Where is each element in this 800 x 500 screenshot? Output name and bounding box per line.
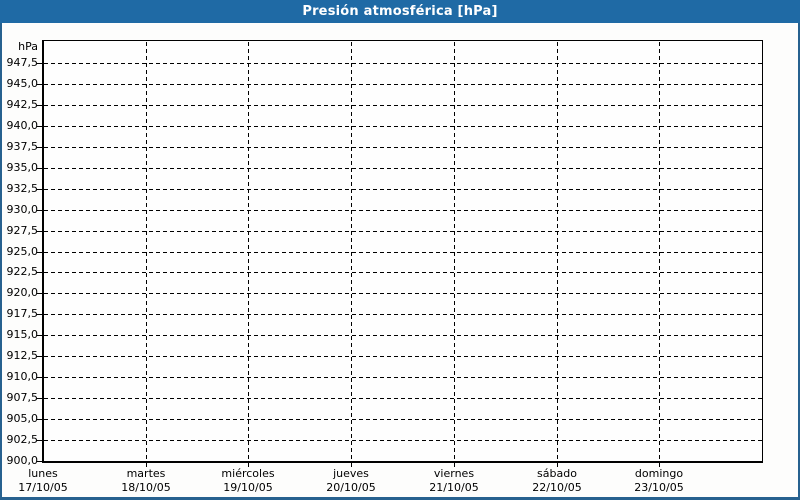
x-gridline — [146, 42, 147, 461]
y-gridline — [44, 314, 762, 315]
chart-title: Presión atmosférica [hPa] — [302, 4, 498, 19]
x-axis-day-name: jueves — [333, 467, 369, 480]
x-axis-date: 18/10/05 — [121, 481, 171, 494]
y-axis-tick-label: 937,5 — [6, 140, 39, 153]
x-axis-day-name: miércoles — [221, 467, 275, 480]
x-gridline — [454, 42, 455, 461]
x-axis-day-name: lunes — [28, 467, 58, 480]
chart-canvas: hPa 947,5 945,0 942,5 940,0 937,5 935,0 932,5 9… — [0, 0, 800, 500]
y-axis-unit-label: hPa — [18, 40, 38, 53]
x-gridline — [351, 42, 352, 461]
x-axis-date: 23/10/05 — [634, 481, 684, 494]
x-axis-day-label: domingo 23/10/05 — [604, 467, 714, 494]
y-gridline — [44, 293, 762, 294]
y-gridline — [44, 168, 762, 169]
y-axis-tick-label: 912,5 — [6, 349, 39, 362]
y-axis-tick-label: 927,5 — [6, 224, 39, 237]
x-axis-day-label: lunes 17/10/05 — [0, 467, 98, 494]
y-axis-tick-label: 905,0 — [6, 412, 39, 425]
y-gridline — [44, 356, 762, 357]
y-axis-tick-label: 935,0 — [6, 161, 39, 174]
x-axis-day-label: sábado 22/10/05 — [502, 467, 612, 494]
y-gridline — [44, 231, 762, 232]
chart-window: hPa 947,5 945,0 942,5 940,0 937,5 935,0 932,5 9… — [0, 0, 800, 500]
y-gridline — [44, 63, 762, 64]
y-gridline — [44, 210, 762, 211]
y-axis-tick-label: 902,5 — [6, 433, 39, 446]
x-axis-day-label: martes 18/10/05 — [91, 467, 201, 494]
y-gridline — [44, 189, 762, 190]
y-gridline — [44, 335, 762, 336]
x-axis-day-label: viernes 21/10/05 — [399, 467, 509, 494]
y-axis-tick-label: 922,5 — [6, 265, 39, 278]
x-axis-date: 22/10/05 — [532, 481, 582, 494]
x-axis-day-name: domingo — [634, 467, 684, 480]
y-gridline — [44, 84, 762, 85]
y-gridline — [44, 440, 762, 441]
chart-title-bar: Presión atmosférica [hPa] — [0, 0, 800, 23]
y-gridline — [44, 252, 762, 253]
y-gridline — [44, 272, 762, 273]
x-axis-date: 17/10/05 — [18, 481, 68, 494]
y-axis-tick-label: 920,0 — [6, 286, 39, 299]
x-axis-date: 19/10/05 — [223, 481, 273, 494]
y-gridline — [44, 377, 762, 378]
y-axis-tick-label: 910,0 — [6, 370, 39, 383]
x-gridline — [659, 42, 660, 461]
y-gridline — [44, 105, 762, 106]
y-axis-tick-label: 947,5 — [6, 56, 39, 69]
x-axis-date: 20/10/05 — [326, 481, 376, 494]
x-axis-day-name: martes — [126, 467, 166, 480]
y-axis-tick-label: 915,0 — [6, 328, 39, 341]
y-axis-tick-label: 900,0 — [6, 454, 39, 467]
x-axis-day-label: jueves 20/10/05 — [296, 467, 406, 494]
x-axis-day-name: sábado — [537, 467, 577, 480]
x-axis-date: 21/10/05 — [429, 481, 479, 494]
y-axis-tick-label: 945,0 — [6, 77, 39, 90]
x-gridline — [248, 42, 249, 461]
x-gridline — [557, 42, 558, 461]
y-gridline — [44, 398, 762, 399]
x-axis-day-name: viernes — [433, 467, 475, 480]
y-axis-tick-label: 940,0 — [6, 119, 39, 132]
x-axis-day-label: miércoles 19/10/05 — [193, 467, 303, 494]
y-axis-tick-label: 925,0 — [6, 245, 39, 258]
y-axis-tick-label: 930,0 — [6, 203, 39, 216]
y-axis-tick-label: 932,5 — [6, 182, 39, 195]
y-axis-tick-label: 942,5 — [6, 98, 39, 111]
y-axis-tick-label: 917,5 — [6, 307, 39, 320]
y-gridline — [44, 419, 762, 420]
frame-border-left — [0, 23, 2, 500]
y-gridline — [44, 147, 762, 148]
y-gridline — [44, 126, 762, 127]
y-axis-tick-label: 907,5 — [6, 391, 39, 404]
